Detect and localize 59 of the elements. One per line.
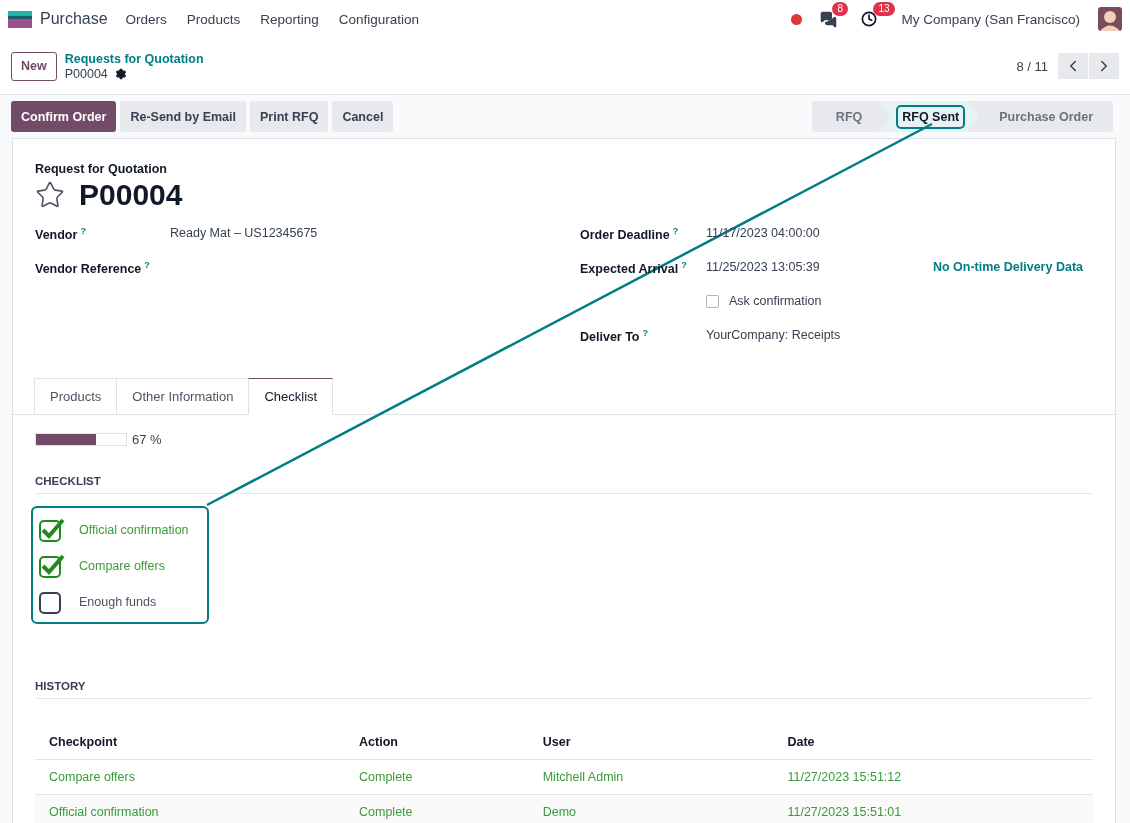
action-button[interactable]: Print RFQ <box>250 101 329 132</box>
ask-confirmation-checkbox[interactable]: Ask confirmation <box>706 294 1093 308</box>
record-name: P00004 <box>64 66 108 81</box>
previous-button[interactable] <box>1058 53 1088 79</box>
field-label: Order Deadline $^{?}$ <box>580 226 680 243</box>
table-cell: Demo <box>528 794 774 823</box>
pager-count: 8 / 11 <box>1016 58 1048 74</box>
chat-icon[interactable] <box>820 10 838 28</box>
checklist-item[interactable]: Official confirmation <box>39 518 201 542</box>
stage-button[interactable]: RFQ Sent <box>878 101 980 132</box>
checklist-item[interactable]: Compare offers <box>39 554 201 578</box>
progress-reading: 67 % <box>132 432 162 447</box>
app-logo-icon[interactable] <box>8 10 32 28</box>
settings-icon[interactable] <box>114 67 127 80</box>
count-badge: 8 <box>832 1 848 16</box>
next-button[interactable] <box>1089 53 1119 79</box>
field-label: Vendor Reference $^{?}$ <box>35 260 151 277</box>
table-cell: Complete <box>345 759 529 795</box>
checklist-item[interactable]: Enough funds <box>39 590 201 614</box>
form-subtitle: Request for Quotation <box>35 162 168 176</box>
clock-icon[interactable] <box>861 11 878 27</box>
new-button[interactable]: New <box>11 51 57 81</box>
status-dot <box>791 13 803 25</box>
table-cell: Official confirmation <box>35 794 345 823</box>
record-title: P00004 <box>79 178 183 212</box>
menu-item[interactable]: Products <box>186 11 241 27</box>
field-value: YourCompany: Receipts <box>706 328 842 342</box>
section-heading: HISTORY <box>35 680 1093 699</box>
field-label: Deliver To $^{?}$ <box>580 328 649 345</box>
table-cell: 11/27/2023 15:51:01 <box>773 794 1093 823</box>
field-value: 11/25/2023 13:05:39 <box>706 260 821 274</box>
checkbox[interactable] <box>39 554 65 578</box>
action-button[interactable]: Re-Send by Email <box>120 101 247 132</box>
field-value: Ready Mat – US12345675 <box>170 226 319 240</box>
action-button[interactable]: Confirm Order <box>11 101 117 132</box>
table-cell: Mitchell Admin <box>528 759 774 795</box>
menu-item[interactable]: Configuration <box>338 11 419 27</box>
menu-item[interactable]: Reporting <box>260 11 319 27</box>
star-icon[interactable] <box>35 180 65 210</box>
tab[interactable]: Checklist <box>248 378 334 415</box>
column-header: Date <box>773 725 1093 760</box>
tab[interactable]: Products <box>34 378 118 415</box>
app-name[interactable]: Purchase <box>40 10 108 28</box>
delivery-data-link[interactable]: No On-time Delivery Data <box>932 260 1083 274</box>
menu-item[interactable]: Orders <box>125 11 167 27</box>
count-badge: 13 <box>873 2 895 16</box>
checkbox[interactable] <box>39 518 65 542</box>
breadcrumb-link[interactable]: Requests for Quotation <box>64 51 204 66</box>
avatar-icon[interactable] <box>1098 7 1122 31</box>
column-header: Checkpoint <box>35 725 345 760</box>
table-cell: 11/27/2023 15:51:12 <box>773 759 1093 795</box>
field-label: Vendor $^{?}$ <box>35 226 87 243</box>
table-cell: Complete <box>345 794 529 823</box>
table-cell: Compare offers <box>35 759 345 795</box>
company-name[interactable]: My Company (San Francisco) <box>901 11 1080 27</box>
action-button[interactable]: Cancel <box>332 101 394 132</box>
column-header: User <box>528 725 774 760</box>
section-heading: CHECKLIST <box>35 475 1093 494</box>
column-header: Action <box>345 725 529 760</box>
